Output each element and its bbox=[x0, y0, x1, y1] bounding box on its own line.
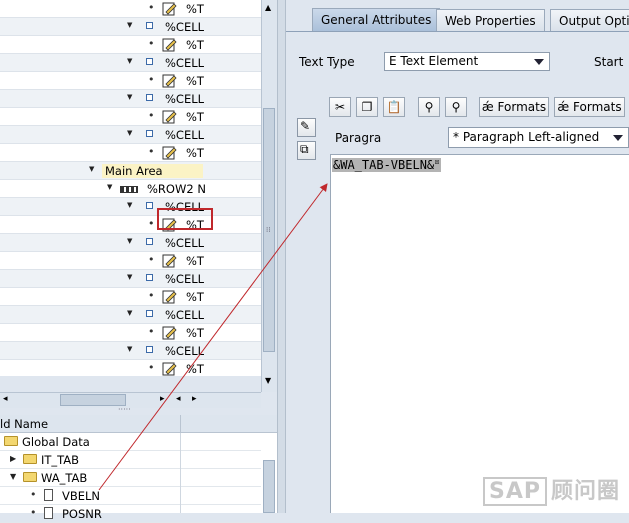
watermark-sap: SAP bbox=[483, 477, 547, 506]
arrow-line bbox=[98, 183, 328, 491]
watermark-site: 顾问圈 bbox=[551, 479, 621, 504]
annotation-arrow bbox=[98, 183, 328, 491]
watermark: SAP 顾问圈 bbox=[483, 473, 621, 506]
